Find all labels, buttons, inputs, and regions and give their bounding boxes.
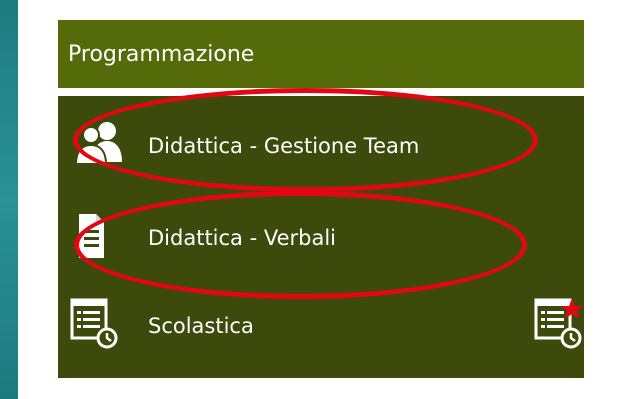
schedule-favorite-star-icon[interactable] xyxy=(534,298,584,354)
menu-item-gestione-team[interactable]: Didattica - Gestione Team xyxy=(58,102,584,190)
team-icon xyxy=(74,118,130,174)
menu-item-label: Didattica - Verbali xyxy=(148,226,337,250)
section-header-title: Programmazione xyxy=(68,41,255,67)
document-icon xyxy=(76,212,106,264)
background-strip xyxy=(0,0,18,399)
menu-item-scolastica[interactable]: Scolastica xyxy=(58,282,584,370)
section-header-programmazione: Programmazione xyxy=(58,20,584,88)
menu-list: Didattica - Gestione Team Didattica - Ve… xyxy=(58,96,584,378)
menu-item-label: Didattica - Gestione Team xyxy=(148,134,420,158)
menu-item-label: Scolastica xyxy=(148,314,254,338)
menu-item-verbali[interactable]: Didattica - Verbali xyxy=(58,194,584,282)
schedule-list-icon xyxy=(70,298,120,354)
